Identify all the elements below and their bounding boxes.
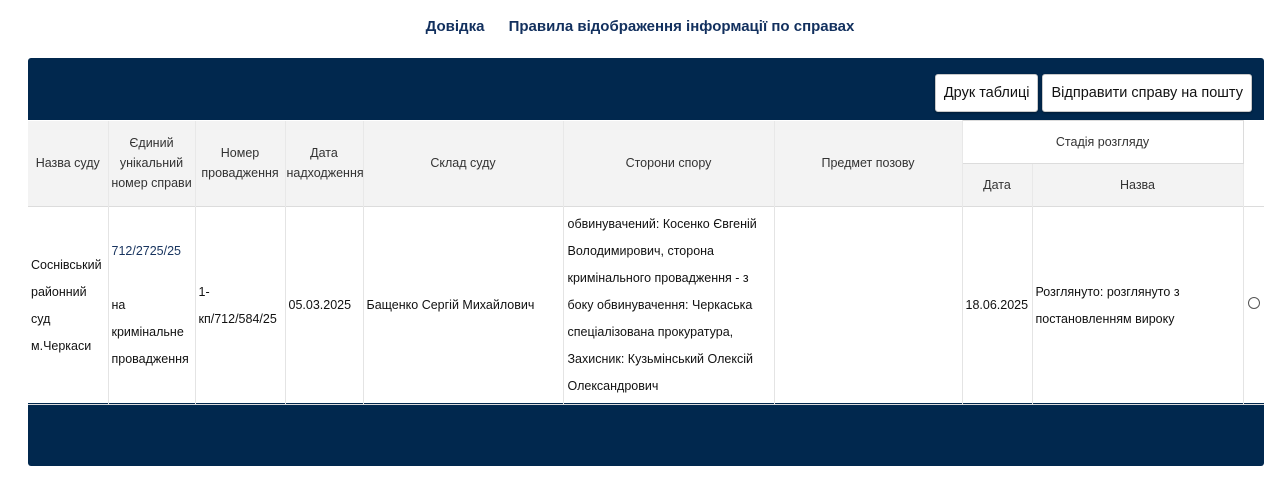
cell-subject <box>774 206 963 405</box>
table-row: Соснівський районний суд м.Черкаси 712/2… <box>28 206 1265 405</box>
header-received-date: Дата надходження <box>285 120 364 207</box>
header-unique-number: Єдиний унікальний номер справи <box>108 120 196 207</box>
cell-court: Соснівський районний суд м.Черкаси <box>28 206 109 405</box>
cell-stage-date: 18.06.2025 <box>962 206 1033 405</box>
cell-received-date: 05.03.2025 <box>285 206 364 405</box>
rules-link[interactable]: Правила відображення інформації по справ… <box>509 18 855 35</box>
header-stage-name: Назва <box>1032 163 1244 207</box>
cell-case-number: 712/2725/25 на кримінальне провадження <box>108 206 196 405</box>
top-links: Довідка Правила відображення інформації … <box>0 18 1280 35</box>
toolbar: Друк таблиці Відправити справу на пошту <box>934 74 1252 112</box>
header-subject: Предмет позову <box>774 120 963 207</box>
cell-select <box>1243 206 1265 405</box>
send-case-email-button[interactable]: Відправити справу на пошту <box>1042 74 1252 112</box>
cell-stage-name: Розглянуто: розглянуто з постановленням … <box>1032 206 1244 405</box>
cases-table-wrap: Назва суду Єдиний унікальний номер справ… <box>28 120 1265 405</box>
cases-panel: Друк таблиці Відправити справу на пошту … <box>28 58 1265 466</box>
header-court: Назва суду <box>28 120 109 207</box>
header-parties: Сторони спору <box>563 120 775 207</box>
header-composition: Склад суду <box>363 120 564 207</box>
header-stage-date: Дата <box>962 163 1033 207</box>
row-select-radio[interactable] <box>1247 297 1260 309</box>
header-stage-group: Стадія розгляду <box>961 120 1244 164</box>
cases-table: Назва суду Єдиний унікальний номер справ… <box>28 120 1265 405</box>
cell-composition: Бащенко Сергій Михайлович <box>363 206 564 405</box>
cell-parties: обвинувачений: Косенко Євгеній Володимир… <box>563 206 775 405</box>
case-number: 712/2725/25 <box>111 244 182 258</box>
header-select <box>1243 120 1265 207</box>
header-proceeding-number: Номер провадження <box>195 120 286 207</box>
cell-proceeding-number: 1-кп/712/584/25 <box>195 206 286 405</box>
case-type: на кримінальне провадження <box>111 298 189 366</box>
print-table-button[interactable]: Друк таблиці <box>934 74 1039 112</box>
help-link[interactable]: Довідка <box>426 18 485 35</box>
